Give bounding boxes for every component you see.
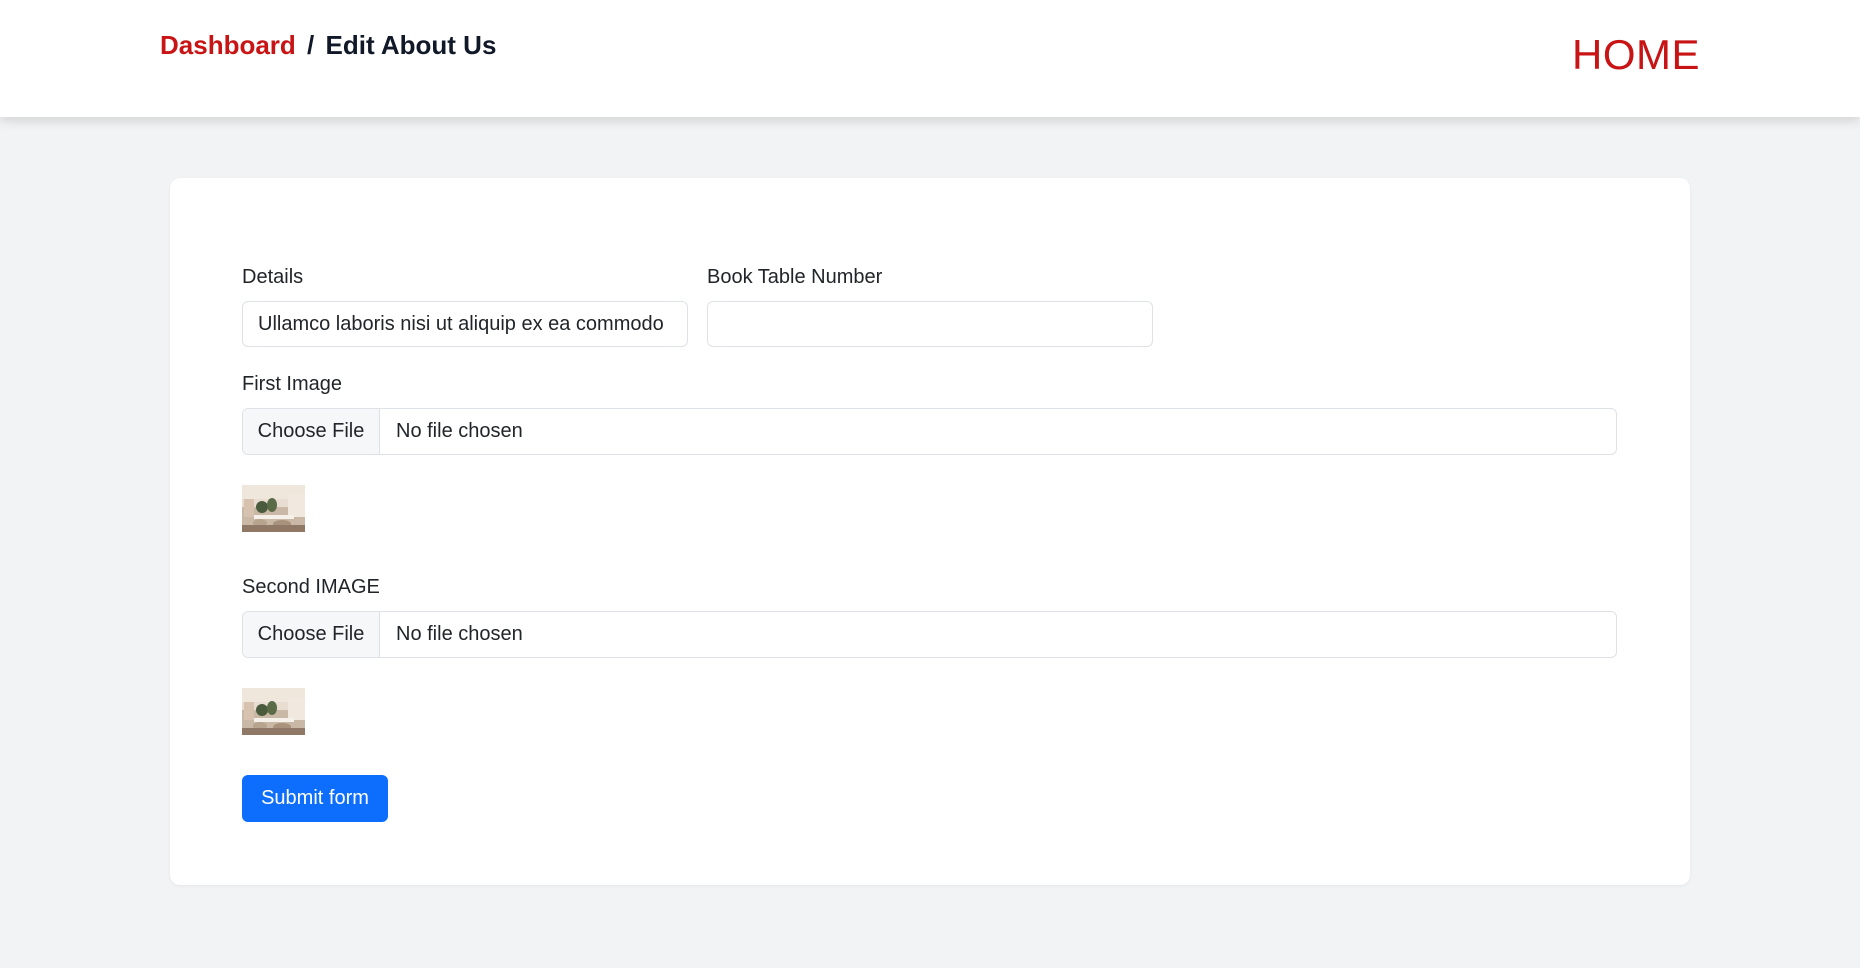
breadcrumb: Dashboard / Edit About Us: [160, 30, 496, 61]
first-image-choose-file-button[interactable]: Choose File: [243, 409, 380, 454]
top-header: Dashboard / Edit About Us HOME: [0, 0, 1860, 117]
second-image-file-status: No file chosen: [396, 623, 523, 645]
second-image-choose-file-button[interactable]: Choose File: [243, 612, 380, 657]
details-label: Details: [242, 266, 304, 288]
book-table-number-label: Book Table Number: [707, 266, 883, 288]
first-image-file-status: No file chosen: [396, 420, 523, 442]
first-image-file-input[interactable]: Choose File No file chosen: [242, 408, 1617, 455]
first-image-label: First Image: [242, 373, 343, 395]
second-image-label: Second IMAGE: [242, 576, 380, 598]
second-image-preview: [242, 688, 305, 735]
image-thumbnail-icon: [242, 485, 305, 532]
breadcrumb-dashboard-link[interactable]: Dashboard: [160, 30, 296, 60]
breadcrumb-separator: /: [307, 30, 315, 60]
second-image-file-input[interactable]: Choose File No file chosen: [242, 611, 1617, 658]
book-table-number-input[interactable]: [707, 301, 1153, 347]
home-link[interactable]: HOME: [1572, 31, 1700, 79]
edit-about-form-card: Details Book Table Number First Image Ch…: [170, 178, 1690, 885]
image-thumbnail-icon: [242, 688, 305, 735]
page-title: Edit About Us: [325, 30, 497, 60]
submit-form-button[interactable]: Submit form: [242, 775, 388, 822]
details-input[interactable]: [242, 301, 688, 347]
first-image-preview: [242, 485, 305, 532]
